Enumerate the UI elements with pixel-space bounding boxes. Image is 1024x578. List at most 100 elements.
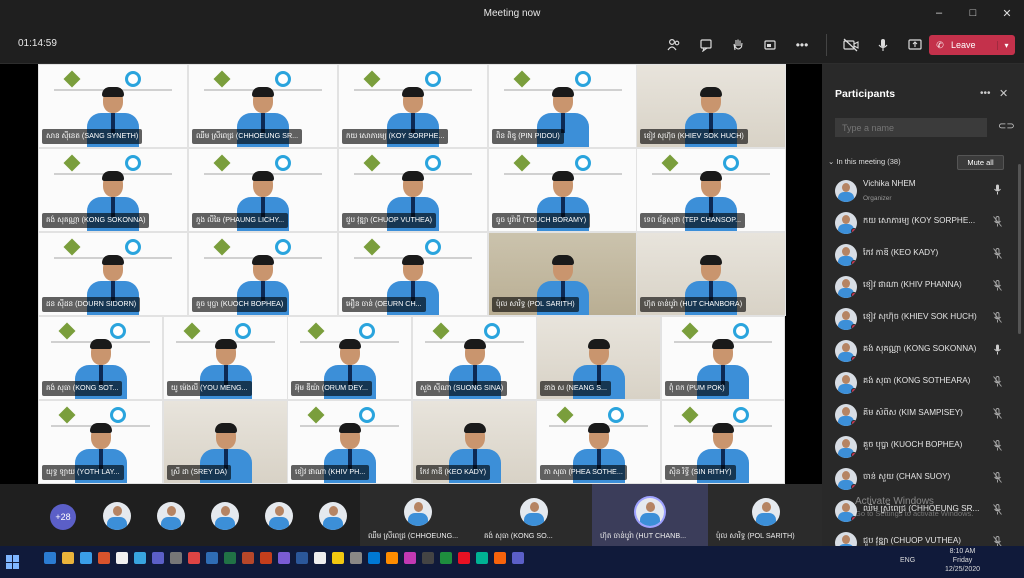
video-tile[interactable]: ឈឹម ស្រីពេជ្រ (CHHOEUNG SR... xyxy=(188,64,338,148)
participant-row[interactable]: Vichika NHEM Organizer xyxy=(822,176,1024,208)
video-tile[interactable]: ខៀវ ផាណា (KHIV PH... xyxy=(287,400,412,484)
taskbar-app-icon[interactable] xyxy=(476,552,488,564)
strip-tile[interactable]: ឈឹម ស្រីពេជ្រ (CHHOEUNG... xyxy=(360,484,476,546)
taskbar-app-icon[interactable] xyxy=(512,552,524,564)
video-tile[interactable]: ហ៊ុត ចាន់បូរ៉ា (HUT CHANBORA) xyxy=(636,232,786,316)
mic-off-icon[interactable] xyxy=(993,504,1002,517)
mic-off-icon[interactable] xyxy=(993,280,1002,293)
avatar[interactable] xyxy=(319,502,347,530)
close-icon[interactable]: ✕ xyxy=(990,0,1024,26)
taskbar-app-icon[interactable] xyxy=(440,552,452,564)
video-tile[interactable]: គង់ សុធា (KONG SOT... xyxy=(38,316,163,400)
video-tile[interactable]: ពុំ ពក (PUM POK) xyxy=(661,316,785,400)
taskbar-app-icon[interactable] xyxy=(494,552,506,564)
taskbar-app-icon[interactable] xyxy=(224,552,236,564)
mic-off-icon[interactable] xyxy=(993,408,1002,421)
taskbar-app-icon[interactable] xyxy=(260,552,272,564)
participant-row[interactable]: គួច បុប្ផា (KUOCH BOPHEA) xyxy=(822,432,1024,464)
video-tile[interactable]: ភួង លីឆៃ (PHAUNG LICHY... xyxy=(188,148,338,232)
chat-icon[interactable] xyxy=(692,32,720,58)
section-header[interactable]: ⌄ In this meeting (38) xyxy=(828,157,901,166)
mic-icon[interactable] xyxy=(993,344,1002,357)
mic-off-icon[interactable] xyxy=(993,376,1002,389)
share-icon[interactable] xyxy=(901,32,929,58)
participant-search-input[interactable] xyxy=(835,118,987,137)
taskbar-app-icon[interactable] xyxy=(188,552,200,564)
participant-row[interactable]: គង់ សុគណ្ណា (KONG SOKONNA) xyxy=(822,336,1024,368)
taskbar-app-icon[interactable] xyxy=(296,552,308,564)
video-tile[interactable]: ស្រី ដា (SREY DA) xyxy=(163,400,288,484)
video-tile[interactable]: អឿន ចាន់ (OEURN CH... xyxy=(338,232,488,316)
strip-tile[interactable]: ប៉ុល សារិទ្ធ (POL SARITH) xyxy=(708,484,824,546)
camera-off-icon[interactable] xyxy=(837,32,865,58)
mic-off-icon[interactable] xyxy=(993,312,1002,325)
taskbar-app-icon[interactable] xyxy=(98,552,110,564)
chevron-down-icon[interactable]: ▾ xyxy=(997,40,1015,50)
taskbar-app-icon[interactable] xyxy=(314,552,326,564)
mute-all-button[interactable]: Mute all xyxy=(957,155,1004,170)
more-icon[interactable]: ••• xyxy=(788,32,816,58)
taskbar-app-icon[interactable] xyxy=(134,552,146,564)
video-tile[interactable]: ជួប វុឌ្ឍា (CHUOP VUTHEA) xyxy=(338,148,488,232)
avatar[interactable] xyxy=(211,502,239,530)
video-tile[interactable]: ពិន ពិឌូ (PIN PIDOU) xyxy=(488,64,638,148)
taskbar-app-icon[interactable] xyxy=(44,552,56,564)
taskbar-app-icon[interactable] xyxy=(422,552,434,564)
more-icon[interactable]: ••• xyxy=(980,88,991,99)
participant-row[interactable]: គីម សំពិស (KIM SAMPISEY) xyxy=(822,400,1024,432)
taskbar-app-icon[interactable] xyxy=(368,552,380,564)
clock[interactable]: 8:10 AM Friday 12/25/2020 xyxy=(945,546,980,574)
mic-off-icon[interactable] xyxy=(993,440,1002,453)
avatar[interactable] xyxy=(265,502,293,530)
video-tile[interactable]: ទេព ច័ន្ទសុផា (TEP CHANSOP... xyxy=(636,148,786,232)
taskbar-app-icon[interactable] xyxy=(62,552,74,564)
mic-off-icon[interactable] xyxy=(993,472,1002,485)
taskbar-app-icon[interactable] xyxy=(152,552,164,564)
taskbar-app-icon[interactable] xyxy=(278,552,290,564)
windows-start-icon[interactable] xyxy=(6,555,20,569)
video-tile[interactable]: គួច បុប្ផា (KUOCH BOPHEA) xyxy=(188,232,338,316)
participant-row[interactable]: កយ សោភារម្យ (KOY SORPHE... xyxy=(822,208,1024,240)
video-tile[interactable]: សាន ស៊ីនេត (SANG SYNETH) xyxy=(38,64,188,148)
more-participants-button[interactable]: +28 xyxy=(50,504,76,530)
rooms-icon[interactable] xyxy=(756,32,784,58)
close-icon[interactable]: ✕ xyxy=(999,87,1008,100)
maximize-icon[interactable]: □ xyxy=(956,0,990,26)
video-tile[interactable]: ភា សុធា (PHEA SOTHE... xyxy=(536,400,661,484)
video-tile[interactable]: អ៊ុម ឌីយ៉ា (ORUM DEY... xyxy=(287,316,412,400)
taskbar-app-icon[interactable] xyxy=(404,552,416,564)
video-tile[interactable]: ដន ស៊ីដន (DOURN SIDORN) xyxy=(38,232,188,316)
participants-icon[interactable] xyxy=(660,32,688,58)
video-tile[interactable]: យូ ម៉េងលី (YOU MENG... xyxy=(163,316,288,400)
raise-hand-icon[interactable] xyxy=(724,32,752,58)
taskbar-app-icon[interactable] xyxy=(80,552,92,564)
strip-tile[interactable]: គង់ សុធា (KONG SO... xyxy=(476,484,592,546)
participant-row[interactable]: ខៀវ ផាណា (KHIV PHANNA) xyxy=(822,272,1024,304)
mic-off-icon[interactable] xyxy=(993,248,1002,261)
avatar[interactable] xyxy=(103,502,131,530)
video-tile[interactable]: កយ សោភារម្យ (KOY SORPHE... xyxy=(338,64,488,148)
taskbar-app-icon[interactable] xyxy=(350,552,362,564)
video-tile[interactable]: ធូច បូរ៉ាមី (TOUCH BORAMY) xyxy=(488,148,638,232)
mic-icon[interactable] xyxy=(869,32,897,58)
video-tile[interactable]: នាង ស (NEANG S... xyxy=(536,316,661,400)
mic-off-icon[interactable] xyxy=(993,216,1002,229)
video-tile[interactable]: ប៉ុល សារិទ្ធ (POL SARITH) xyxy=(488,232,638,316)
video-tile[interactable]: គង់ សុគណ្ណា (KONG SOKONNA) xyxy=(38,148,188,232)
minimize-icon[interactable]: – xyxy=(922,0,956,26)
taskbar-app-icon[interactable] xyxy=(116,552,128,564)
taskbar-app-icon[interactable] xyxy=(206,552,218,564)
taskbar-app-icon[interactable] xyxy=(458,552,470,564)
video-tile[interactable]: ខៀវ សុហ៊ុច (KHIEV SOK HUCH) xyxy=(636,64,786,148)
video-tile[interactable]: កែវ កាឌី (KEO KADY) xyxy=(412,400,537,484)
scrollbar[interactable] xyxy=(1018,164,1021,334)
mic-icon[interactable] xyxy=(993,184,1002,197)
video-tile[interactable]: សួង ស៊ីណា (SUONG SINA) xyxy=(412,316,537,400)
taskbar-app-icon[interactable] xyxy=(332,552,344,564)
leave-button[interactable]: ✆ Leave ▾ xyxy=(929,35,1015,55)
participant-row[interactable]: គង់ សុធា (KONG SOTHEARA) xyxy=(822,368,1024,400)
video-tile[interactable]: ស៊ិន រិទ្ធី (SIN RITHY) xyxy=(661,400,785,484)
participant-row[interactable]: កែវ កាឌី (KEO KADY) xyxy=(822,240,1024,272)
participant-row[interactable]: ខៀវ សុហ៊ុច (KHIEV SOK HUCH) xyxy=(822,304,1024,336)
share-link-icon[interactable]: ⊂⊃ xyxy=(998,121,1015,132)
